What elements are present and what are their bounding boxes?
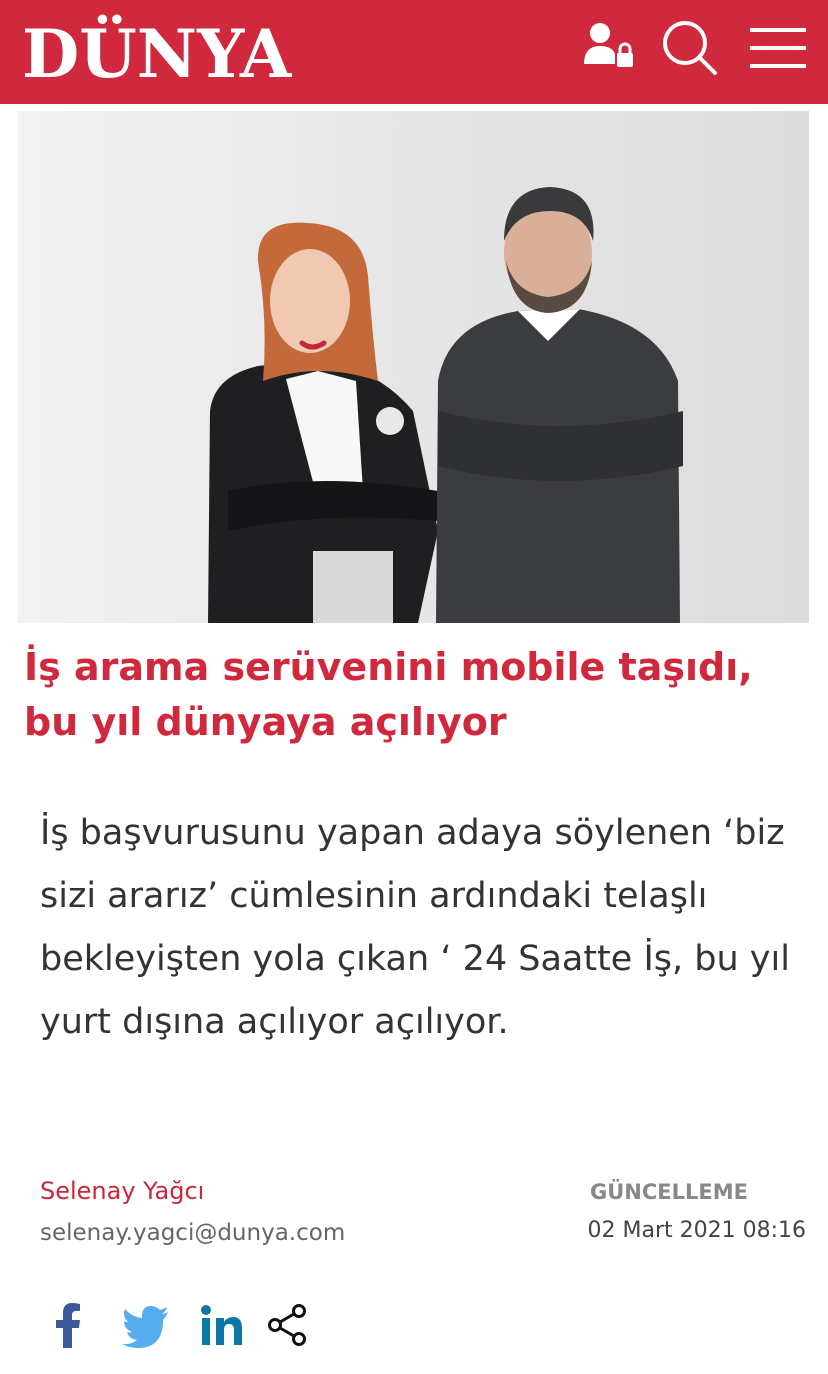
author-email[interactable]: selenay.yagci@dunya.com — [40, 1218, 345, 1248]
menu-icon[interactable] — [750, 26, 808, 70]
share-icon[interactable] — [266, 1300, 310, 1350]
hero-image — [18, 111, 809, 623]
linkedin-icon[interactable] — [198, 1300, 246, 1350]
site-header: DÜNYA — [0, 0, 828, 104]
site-logo[interactable]: DÜNYA — [22, 14, 291, 94]
search-icon[interactable] — [658, 16, 720, 78]
twitter-icon[interactable] — [122, 1300, 170, 1350]
update-label: GÜNCELLEME — [590, 1180, 748, 1204]
article-headline: İş arama serüvenini mobile taşıdı, bu yı… — [24, 645, 753, 744]
author-name[interactable]: Selenay Yağcı — [40, 1176, 204, 1206]
article-summary: İş başvurusunu yapan adaya söylenen ‘biz… — [40, 813, 790, 1042]
user-lock-icon[interactable] — [582, 20, 636, 70]
facebook-icon[interactable] — [50, 1300, 86, 1350]
update-date: 02 Mart 2021 08:16 — [587, 1218, 807, 1243]
